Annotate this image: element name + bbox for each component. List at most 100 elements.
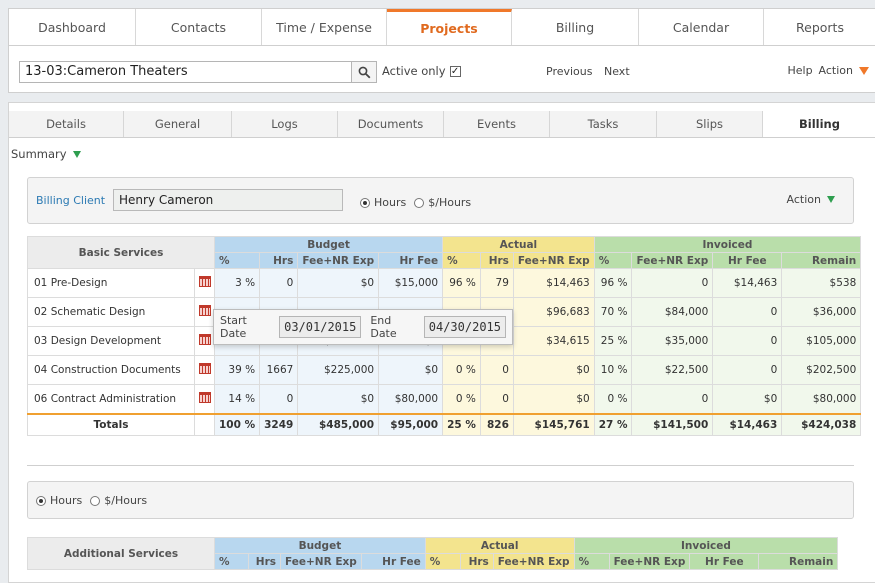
help-action-area: Help Action <box>787 64 869 77</box>
nav-tab-billing[interactable]: Billing <box>512 9 639 45</box>
start-date-input[interactable]: 03/01/2015 <box>279 316 362 338</box>
additional-hours-radio[interactable] <box>36 495 46 506</box>
budget-header: Budget <box>213 236 444 253</box>
subtab-tasks[interactable]: Tasks <box>550 111 657 137</box>
search-button[interactable] <box>351 61 377 83</box>
billing-action-dropdown-icon[interactable] <box>827 196 835 203</box>
dollar-hours-radio[interactable] <box>414 197 425 208</box>
actual-header: Actual <box>442 236 595 253</box>
add-actual-header: Actual <box>424 537 575 554</box>
calendar-cell[interactable] <box>194 326 215 356</box>
main-nav: Dashboard Contacts Time / Expense Projec… <box>8 8 875 46</box>
budget-hrs-cell: 3249 <box>259 412 299 436</box>
service-name: 06 Contract Administration <box>27 384 195 414</box>
nav-tab-projects[interactable]: Projects <box>387 9 512 45</box>
add-col-actual-pct: % <box>424 553 461 570</box>
nav-tab-reports[interactable]: Reports <box>764 9 875 45</box>
calendar-cell[interactable] <box>194 268 215 298</box>
billing-action-menu[interactable]: Action <box>787 193 835 206</box>
add-col-budget-pct: % <box>214 553 249 570</box>
billing-client-input[interactable]: Henry Cameron <box>113 189 343 211</box>
add-invoiced-header: Invoiced <box>573 537 839 554</box>
billing-client-label: Billing Client <box>36 194 106 207</box>
calendar-cell[interactable] <box>194 297 215 327</box>
invoiced-header: Invoiced <box>593 236 862 253</box>
col-remain: Remain <box>781 252 862 269</box>
nav-tab-dashboard[interactable]: Dashboard <box>9 9 136 45</box>
hours-radio-label: Hours <box>374 196 407 209</box>
subtab-billing[interactable]: Billing <box>763 111 875 137</box>
budget-hrs-cell: 0 <box>259 384 299 414</box>
budget-pct-cell: 3 % <box>213 268 261 298</box>
service-name: 02 Schematic Design <box>27 297 195 327</box>
summary-dropdown-icon[interactable] <box>72 150 81 158</box>
active-only-checkbox[interactable]: ✓ <box>449 65 461 77</box>
additional-services-header: Additional Services <box>27 537 215 570</box>
invoiced-pct-cell: 10 % <box>593 355 633 385</box>
invoiced-hrfee-cell: 0 <box>712 326 783 356</box>
add-col-invoiced-pct: % <box>573 553 610 570</box>
actual-fee-cell: $145,761 <box>512 412 595 436</box>
invoiced-pct-cell: 96 % <box>593 268 633 298</box>
invoiced-fee-cell: $141,500 <box>631 412 714 436</box>
budget-hrfee-cell: $80,000 <box>378 384 444 414</box>
additional-rate-mode-radios: Hours $/Hours <box>36 494 147 507</box>
magnifier-icon <box>358 66 370 78</box>
calendar-icon[interactable] <box>198 391 211 403</box>
additional-hours-radio-label: Hours <box>50 494 83 507</box>
invoiced-hrfee-cell: $0 <box>712 384 783 414</box>
subtab-slips[interactable]: Slips <box>657 111 763 137</box>
hours-radio[interactable] <box>360 197 370 208</box>
budget-fee-cell: $225,000 <box>297 355 380 385</box>
totals-row: Totals 100 % 3249 $485,000 $95,000 25 % 826 $14… <box>27 412 862 436</box>
col-invoiced-hrfee: Hr Fee <box>712 252 783 269</box>
nav-tab-calendar[interactable]: Calendar <box>639 9 764 45</box>
subtab-logs[interactable]: Logs <box>232 111 338 137</box>
record-pager: Previous Next <box>546 65 638 78</box>
budget-fee-cell: $0 <box>297 384 380 414</box>
next-link[interactable]: Next <box>604 65 630 78</box>
calendar-icon[interactable] <box>198 276 211 287</box>
actual-pct-cell: 25 % <box>442 412 481 436</box>
end-date-input[interactable]: 04/30/2015 <box>423 316 506 338</box>
add-col-remain: Remain <box>758 553 839 570</box>
actual-pct-cell: 96 % <box>442 268 481 298</box>
actual-hrs-cell: 0 <box>479 384 514 414</box>
calendar-cell[interactable] <box>194 355 215 385</box>
service-name: 04 Construction Documents <box>27 355 195 385</box>
budget-hrs-cell: 0 <box>259 268 299 298</box>
subtab-events[interactable]: Events <box>444 111 550 137</box>
additional-rate-panel: Hours $/Hours <box>27 481 854 519</box>
actual-hrs-cell: 79 <box>479 268 514 298</box>
basic-services-header: Basic Services <box>27 236 215 269</box>
add-col-invoiced-fee: Fee+NR Exp <box>608 553 691 570</box>
calendar-icon[interactable] <box>198 305 211 316</box>
additional-dollar-hours-radio[interactable] <box>90 495 101 506</box>
subtab-details[interactable]: Details <box>9 111 124 137</box>
budget-pct-cell: 39 % <box>213 355 261 385</box>
nav-tab-contacts[interactable]: Contacts <box>136 9 262 45</box>
actual-fee-cell: $0 <box>512 384 595 414</box>
budget-hrfee-cell: $0 <box>378 355 444 385</box>
invoiced-hrfee-cell: 0 <box>712 297 783 327</box>
budget-pct-cell: 100 % <box>213 412 261 436</box>
col-actual-hrs: Hrs <box>479 252 514 269</box>
project-input[interactable]: 13-03:Cameron Theaters <box>19 61 354 83</box>
end-date-label: End Date <box>370 314 397 340</box>
subtab-general[interactable]: General <box>124 111 232 137</box>
active-only-toggle[interactable]: Active only ✓ <box>382 64 461 78</box>
subtab-documents[interactable]: Documents <box>338 111 444 137</box>
calendar-icon[interactable] <box>198 363 211 374</box>
calendar-cell[interactable] <box>194 384 215 414</box>
remain-cell: $202,500 <box>781 355 862 385</box>
summary-toggle[interactable]: Summary <box>11 147 81 161</box>
calendar-icon[interactable] <box>198 334 211 345</box>
nav-tab-time-expense[interactable]: Time / Expense <box>262 9 387 45</box>
col-invoiced-pct: % <box>593 252 633 269</box>
budget-fee-cell: $0 <box>297 268 380 298</box>
action-menu[interactable]: Action <box>819 64 853 77</box>
help-link[interactable]: Help <box>787 64 812 77</box>
previous-link[interactable]: Previous <box>546 65 593 78</box>
rate-mode-radios: Hours $/Hours <box>360 196 471 209</box>
action-dropdown-icon[interactable] <box>859 66 869 75</box>
